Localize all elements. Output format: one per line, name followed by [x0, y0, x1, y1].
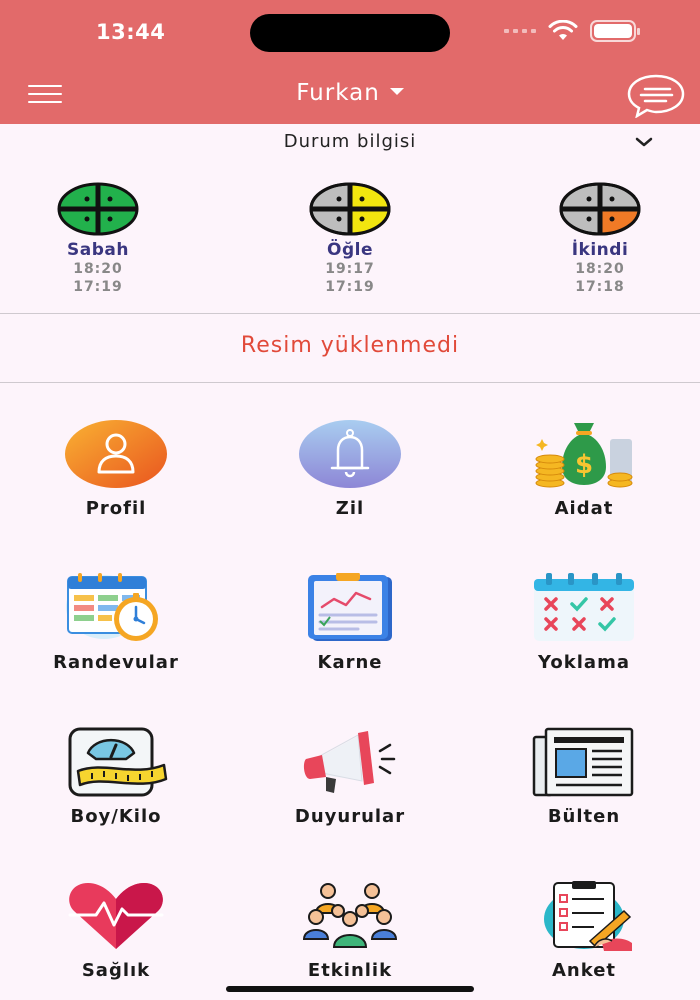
menu-item-label: Bülten [547, 806, 621, 827]
prayer-time-2: 17:18 [575, 279, 625, 295]
menu-item-karne[interactable]: Karne [250, 572, 450, 673]
home-indicator[interactable] [226, 986, 474, 992]
menu-item-label: Sağlık [81, 960, 151, 981]
menu-item-label: Zil [335, 498, 365, 519]
hamburger-menu-button[interactable] [28, 82, 62, 106]
menu-item-label: Aidat [554, 498, 614, 519]
newspaper-icon [532, 727, 634, 797]
menu-item-anket[interactable]: Anket [484, 880, 684, 981]
menu-item-label: Boy/Kilo [70, 806, 162, 827]
prayer-ogle: Öğle 19:17 17:19 [280, 182, 420, 296]
prayer-name: İkindi [571, 240, 629, 260]
dynamic-island [250, 14, 450, 52]
svg-text:$: $ [575, 450, 593, 480]
menu-item-zil[interactable]: Zil [250, 418, 450, 519]
chevron-down-icon[interactable] [634, 132, 654, 152]
user-selector: Furkan [0, 80, 700, 106]
menu-item-label: Karne [317, 652, 383, 673]
prayer-time-1: 18:20 [575, 261, 625, 277]
menu-item-boy-kilo[interactable]: Boy/Kilo [16, 726, 216, 827]
user-name: Furkan [296, 80, 380, 106]
prayer-progress-icon [559, 182, 641, 236]
menu-item-duyurular[interactable]: Duyurular [250, 726, 450, 827]
prayer-progress-icon [57, 182, 139, 236]
menu-item-label: Duyurular [294, 806, 406, 827]
survey-clipboard-icon [544, 881, 632, 951]
caret-down-icon [389, 88, 404, 95]
prayer-name: Sabah [67, 240, 129, 260]
prayer-ikindi: İkindi 18:20 17:18 [530, 182, 670, 296]
divider [0, 382, 700, 383]
app-header: 13:44 Furkan [0, 0, 700, 124]
heart-pulse-icon [68, 883, 164, 949]
profile-icon [65, 420, 167, 488]
menu-item-label: Etkinlik [307, 960, 393, 981]
divider [0, 313, 700, 314]
prayer-time-1: 19:17 [325, 261, 375, 277]
wifi-icon [548, 20, 578, 40]
menu-item-profil[interactable]: Profil [16, 418, 216, 519]
prayer-name: Öğle [327, 240, 373, 260]
prayer-time-2: 17:19 [73, 279, 123, 295]
bell-icon [299, 420, 401, 488]
menu-item-etkinlik[interactable]: Etkinlik [250, 880, 450, 981]
prayer-time-2: 17:19 [325, 279, 375, 295]
calendar-clock-icon [66, 573, 158, 641]
scale-measure-icon [68, 727, 168, 797]
battery-icon [590, 20, 640, 42]
group-people-icon [302, 883, 398, 948]
user-selector-button[interactable]: Furkan [296, 80, 404, 106]
status-info-row[interactable]: Durum bilgisi [0, 124, 700, 160]
status-info-title: Durum bilgisi [283, 131, 417, 152]
menu-item-bulten[interactable]: Bülten [484, 726, 684, 827]
menu-item-yoklama[interactable]: Yoklama [484, 572, 684, 673]
menu-item-label: Randevular [53, 652, 179, 673]
image-not-loaded-notice: Resim yüklenmedi [240, 333, 460, 358]
status-bar-icons [504, 20, 640, 42]
signal-icon [504, 29, 536, 33]
menu-item-label: Profil [85, 498, 147, 519]
menu-item-randevular[interactable]: Randevular [16, 572, 216, 673]
menu-item-label: Yoklama [538, 652, 630, 673]
menu-item-aidat[interactable]: $ Aidat [484, 418, 684, 519]
megaphone-icon [303, 731, 396, 793]
prayer-sabah: Sabah 18:20 17:19 [28, 182, 168, 296]
money-bag-icon: $ [535, 423, 633, 488]
menu-item-saglik[interactable]: Sağlık [16, 880, 216, 981]
prayer-progress-icon [309, 182, 391, 236]
menu-item-label: Anket [551, 960, 617, 981]
status-bar-time: 13:44 [96, 20, 166, 44]
chat-bubble-icon[interactable] [626, 72, 686, 118]
report-card-icon [308, 573, 392, 641]
prayer-time-1: 18:20 [73, 261, 123, 277]
attendance-calendar-icon [534, 573, 634, 641]
